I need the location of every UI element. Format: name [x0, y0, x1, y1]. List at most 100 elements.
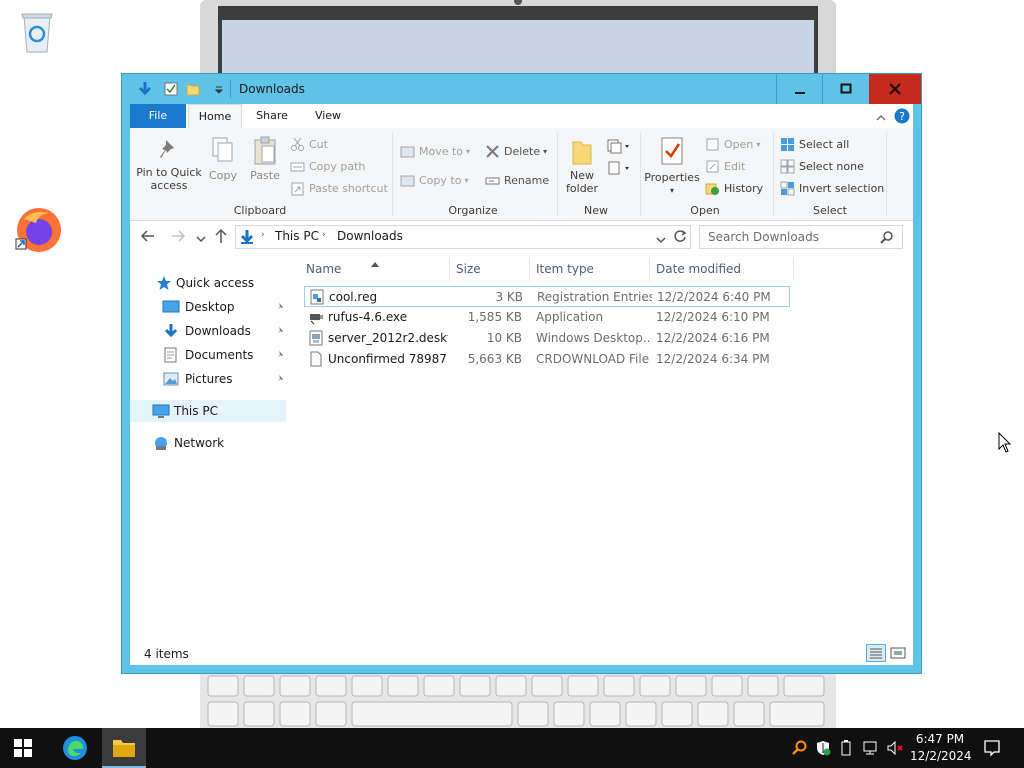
refresh-icon[interactable]: [673, 229, 687, 246]
column-header-date[interactable]: Date modified: [650, 257, 794, 281]
properties-button[interactable]: Properties ▾: [644, 136, 700, 197]
search-tray-icon[interactable]: [791, 740, 807, 759]
nav-downloads[interactable]: Downloads: [162, 320, 286, 342]
firefox-shortcut-icon[interactable]: [14, 205, 64, 255]
scissors-icon: [291, 137, 304, 151]
nav-pictures[interactable]: Pictures: [162, 368, 286, 390]
help-icon[interactable]: ?: [894, 108, 910, 127]
minimize-button[interactable]: [776, 74, 823, 104]
address-bar[interactable]: › This PC › Downloads: [235, 225, 691, 249]
back-arrow-icon[interactable]: [140, 229, 156, 246]
network-icon: [155, 437, 167, 450]
ribbon-separator: [640, 132, 641, 216]
navigation-pane: Quick access Desktop Downloads Documents…: [130, 254, 290, 644]
new-item-icon[interactable]: [606, 138, 632, 157]
easy-access-icon[interactable]: [606, 160, 632, 179]
title-bar[interactable]: Downloads: [122, 74, 921, 104]
tab-file[interactable]: File: [130, 104, 186, 128]
column-size-label: Size: [456, 262, 481, 276]
column-type-label: Item type: [536, 262, 594, 276]
forward-arrow-icon[interactable]: [170, 229, 186, 246]
search-icon[interactable]: [880, 230, 894, 247]
new-folder-button[interactable]: New folder: [562, 138, 602, 195]
edge-browser-icon[interactable]: [62, 735, 88, 764]
new-folder-quick-icon[interactable]: [186, 82, 200, 99]
rename-button[interactable]: Rename: [485, 171, 549, 189]
volume-muted-icon[interactable]: [886, 740, 904, 759]
search-box[interactable]: Search Downloads: [699, 225, 903, 249]
breadcrumb-separator-icon: ›: [322, 230, 326, 240]
large-icons-view-icon: [890, 647, 906, 659]
large-icons-view-button[interactable]: [890, 646, 906, 663]
nav-documents[interactable]: Documents: [162, 344, 286, 366]
history-button[interactable]: History: [705, 179, 763, 197]
column-header-size[interactable]: Size: [450, 257, 530, 281]
tab-share[interactable]: Share: [246, 104, 298, 128]
nav-this-pc[interactable]: This PC: [130, 400, 286, 422]
maximize-button[interactable]: [822, 74, 869, 104]
select-none-button[interactable]: Select none: [780, 157, 864, 175]
item-count: 4 items: [144, 647, 189, 661]
select-none-label: Select none: [799, 159, 864, 173]
pin-quick-access-button[interactable]: Pin to Quick access: [136, 138, 202, 192]
details-view-button[interactable]: [866, 644, 886, 662]
nav-documents-label: Documents: [185, 348, 254, 362]
properties-quick-icon[interactable]: [164, 82, 178, 99]
file-date: 12/2/2024 6:34 PM: [656, 352, 770, 366]
copy-to-button[interactable]: Copy to ▾: [400, 171, 468, 189]
clock-date[interactable]: 12/2/2024: [910, 749, 972, 763]
registry-file-icon: [310, 289, 324, 305]
edit-button[interactable]: Edit: [705, 157, 745, 175]
network-tray-icon[interactable]: [862, 740, 880, 759]
select-group-label: Select: [813, 204, 847, 217]
start-windows-icon[interactable]: [14, 739, 32, 760]
recent-locations-chevron-icon[interactable]: [196, 232, 206, 246]
invert-selection-icon: [780, 181, 795, 195]
file-explorer-taskbar-button[interactable]: [102, 728, 146, 768]
close-button[interactable]: [869, 74, 921, 104]
notification-center-icon[interactable]: [983, 739, 1001, 760]
nav-network-label: Network: [174, 436, 225, 450]
nav-network[interactable]: Network: [152, 432, 224, 454]
file-row[interactable]: cool.reg 3 KB Registration Entries 12/2/…: [304, 286, 790, 307]
tab-view[interactable]: View: [302, 104, 354, 128]
recycle-bin-icon[interactable]: [16, 10, 58, 54]
clock-time[interactable]: 6:47 PM: [910, 732, 970, 746]
ribbon-separator: [773, 132, 774, 216]
file-type: Registration Entries: [537, 290, 652, 304]
file-row[interactable]: server_2012r2.deskt... 10 KB Windows Des…: [304, 328, 790, 349]
column-header-type[interactable]: Item type: [530, 257, 650, 281]
breadcrumb-downloads[interactable]: Downloads: [337, 229, 403, 243]
nav-quick-access[interactable]: Quick access: [156, 272, 254, 294]
file-name: Unconfirmed 78987...: [328, 352, 448, 366]
select-all-button[interactable]: Select all: [780, 135, 849, 153]
paste-button[interactable]: Paste: [244, 136, 286, 182]
copy-to-label: Copy to: [419, 173, 462, 187]
copy-button[interactable]: Copy: [202, 136, 244, 182]
up-arrow-icon[interactable]: [214, 228, 228, 247]
status-bar: 4 items: [130, 644, 913, 665]
customize-toolbar-chevron-icon[interactable]: [214, 84, 224, 98]
file-row[interactable]: Unconfirmed 78987... 5,663 KB CRDOWNLOAD…: [304, 349, 790, 370]
file-date: 12/2/2024 6:40 PM: [657, 290, 771, 304]
paste-shortcut-button[interactable]: Paste shortcut: [290, 179, 388, 197]
move-to-button[interactable]: Move to ▾: [400, 142, 470, 160]
breadcrumb-this-pc[interactable]: This PC: [275, 229, 319, 243]
ribbon-tab-bar: File Home Share View ?: [130, 104, 913, 129]
delete-button[interactable]: Delete ▾: [485, 142, 547, 160]
file-row[interactable]: rufus-4.6.exe 1,585 KB Application 12/2/…: [304, 307, 790, 328]
quick-access-download-icon[interactable]: [136, 81, 154, 100]
paste-shortcut-icon: [291, 182, 304, 195]
nav-desktop[interactable]: Desktop: [162, 296, 286, 318]
cut-button[interactable]: Cut: [290, 135, 328, 153]
copy-path-button[interactable]: Copy path: [290, 157, 365, 175]
collapse-ribbon-icon[interactable]: [876, 111, 886, 125]
nav-desktop-label: Desktop: [185, 300, 235, 314]
nav-quick-access-label: Quick access: [176, 276, 255, 290]
security-shield-icon[interactable]: [815, 740, 831, 759]
address-history-chevron-icon[interactable]: [656, 233, 666, 247]
tab-home[interactable]: Home: [188, 104, 242, 128]
battery-icon[interactable]: [840, 740, 852, 759]
invert-selection-button[interactable]: Invert selection: [780, 179, 884, 197]
open-button[interactable]: Open ▾: [705, 135, 760, 153]
